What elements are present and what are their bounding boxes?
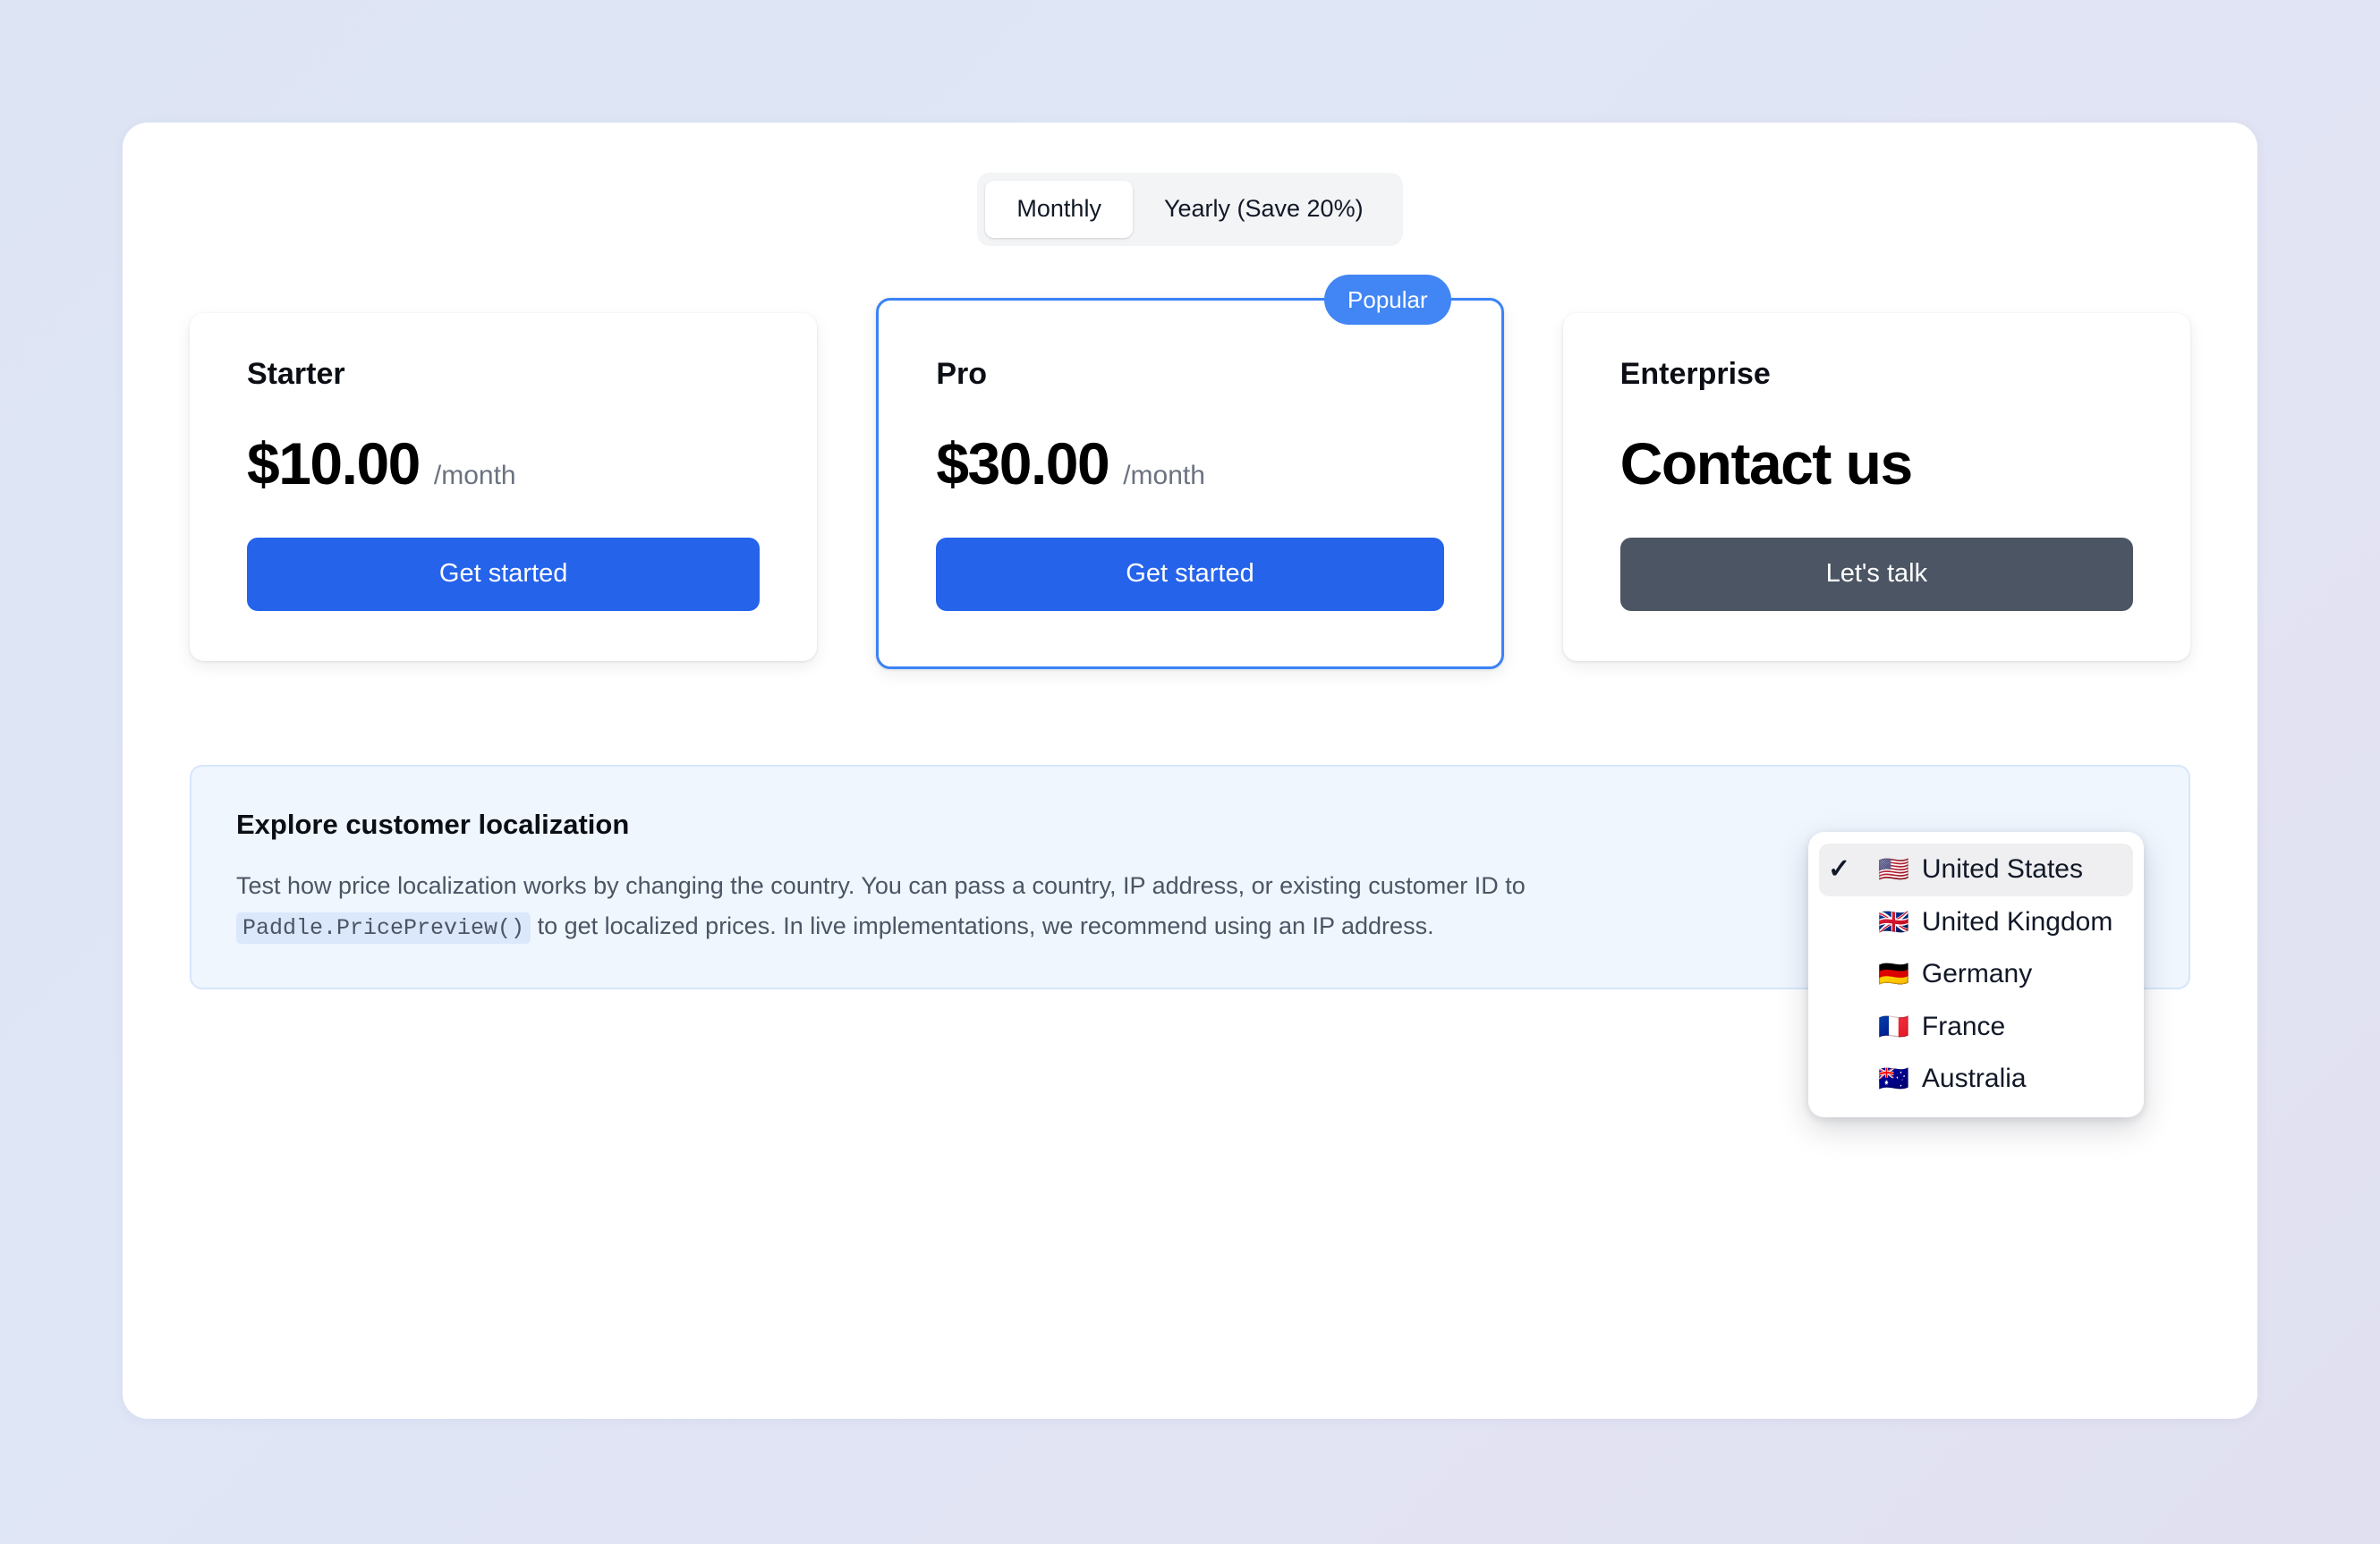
country-label-united-states: United States (1921, 854, 2083, 884)
price-amount-pro: $30.00 (936, 429, 1109, 496)
country-dropdown-menu[interactable]: ✓ 🇺🇸 United States 🇬🇧 United Kingdom 🇩🇪 … (1808, 832, 2144, 1117)
pricing-page-container: Monthly Yearly (Save 20%) Starter $10.00… (123, 123, 2257, 1419)
country-option-united-states[interactable]: ✓ 🇺🇸 United States (1819, 844, 2133, 896)
country-label-united-kingdom: United Kingdom (1921, 906, 2113, 937)
price-period-starter: /month (433, 460, 516, 490)
price-line-starter: $10.00 /month (247, 434, 760, 495)
country-label-germany: Germany (1921, 959, 2033, 988)
localization-text-after: to get localized prices. In live impleme… (531, 912, 1434, 939)
price-line-pro: $30.00 /month (936, 434, 1443, 495)
pricing-cards-row: Starter $10.00 /month Get started Popula… (190, 275, 2190, 669)
price-amount-enterprise: Contact us (1619, 429, 1914, 496)
localization-description: Test how price localization works by cha… (236, 866, 1668, 946)
billing-toggle-yearly[interactable]: Yearly (Save 20%) (1133, 181, 1395, 238)
country-label-australia: Australia (1921, 1064, 2027, 1093)
price-amount-starter: $10.00 (247, 429, 421, 496)
lets-talk-button[interactable]: Let's talk (1619, 537, 2133, 611)
flag-icon-de: 🇩🇪 (1878, 960, 1909, 988)
price-preview-code-chip: Paddle.PricePreview() (236, 912, 531, 944)
country-option-australia[interactable]: 🇦🇺 Australia (1819, 1053, 2133, 1106)
get-started-button-starter[interactable]: Get started (247, 537, 761, 611)
flag-icon-gb: 🇬🇧 (1878, 907, 1909, 936)
check-icon: ✓ (1828, 854, 1851, 885)
pricing-card-starter: Starter $10.00 /month Get started (190, 313, 818, 661)
get-started-button-pro[interactable]: Get started (936, 537, 1444, 611)
pricing-card-pro: Popular Pro $30.00 /month Get started (876, 275, 1504, 669)
popular-badge: Popular (1324, 275, 1451, 325)
flag-icon-us: 🇺🇸 (1878, 855, 1909, 884)
billing-toggle: Monthly Yearly (Save 20%) (123, 173, 2257, 246)
country-option-united-kingdom[interactable]: 🇬🇧 United Kingdom (1819, 896, 2133, 949)
price-line-enterprise: Contact us (1620, 434, 2133, 495)
billing-toggle-group: Monthly Yearly (Save 20%) (977, 173, 1403, 246)
country-option-france[interactable]: 🇫🇷 France (1819, 1001, 2133, 1054)
plan-name-pro: Pro (936, 357, 988, 391)
localization-text-before: Test how price localization works by cha… (236, 872, 1526, 900)
billing-toggle-monthly[interactable]: Monthly (985, 181, 1133, 238)
flag-icon-au: 🇦🇺 (1878, 1065, 1909, 1093)
flag-icon-fr: 🇫🇷 (1878, 1012, 1909, 1040)
plan-name-enterprise: Enterprise (1619, 357, 1771, 391)
plan-name-starter: Starter (247, 357, 345, 391)
country-label-france: France (1921, 1011, 2006, 1041)
country-option-germany[interactable]: 🇩🇪 Germany (1819, 948, 2133, 1001)
pricing-card-enterprise: Enterprise Contact us Let's talk (1562, 313, 2190, 661)
price-period-pro: /month (1123, 460, 1205, 490)
